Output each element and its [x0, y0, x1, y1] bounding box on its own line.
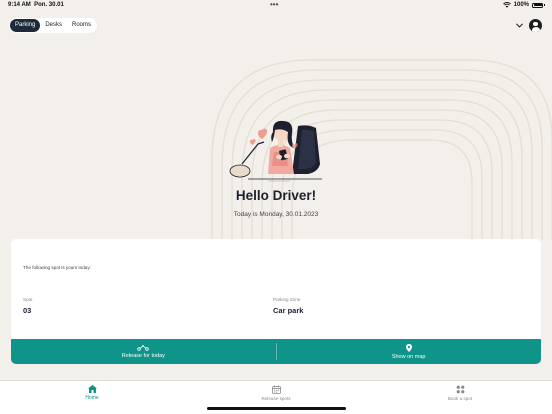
- tab-desks[interactable]: Desks: [40, 19, 67, 32]
- map-pin-icon: [405, 343, 412, 352]
- spot-label: Spot: [23, 297, 33, 302]
- nav-book-spot-label: Book a spot: [447, 396, 473, 401]
- assigned-spot-card: The following spot is yours today: Spot …: [11, 239, 541, 364]
- status-time-date: 9:14 AM Pon. 30.01: [8, 2, 64, 8]
- home-icon: [87, 385, 97, 393]
- release-route-icon: [137, 344, 150, 351]
- release-for-today-label: Release for today: [121, 353, 165, 359]
- tab-parking[interactable]: Parking: [10, 19, 41, 32]
- release-for-today-button[interactable]: Release for today: [11, 339, 276, 364]
- nav-home-label: Home: [85, 395, 99, 401]
- status-indicators: 100%: [502, 2, 545, 8]
- today-date: Today is Monday, 30.01.2023: [233, 211, 319, 218]
- header-actions: [516, 19, 542, 32]
- resource-tabs: Parking Desks Rooms: [9, 18, 98, 33]
- user-avatar-icon[interactable]: [529, 19, 542, 32]
- wifi-icon: [502, 2, 511, 8]
- home-indicator[interactable]: [207, 407, 346, 410]
- nav-home[interactable]: Home: [52, 385, 132, 401]
- driver-illustration: [229, 120, 322, 182]
- card-actions: Release for today Show on map: [11, 339, 541, 364]
- spot-value: 03: [23, 306, 32, 315]
- parking-zone-label: Parking Zone: [273, 297, 301, 302]
- chevron-down-icon[interactable]: [516, 23, 523, 28]
- calendar-icon: [271, 385, 281, 394]
- status-bar: 9:14 AM Pon. 30.01 ••• 100%: [0, 0, 552, 12]
- show-on-map-button[interactable]: Show on map: [276, 339, 541, 364]
- card-intro-text: The following spot is yours today:: [23, 265, 91, 270]
- battery-percent: 100%: [513, 2, 529, 8]
- greeting-title: Hello Driver!: [235, 188, 317, 203]
- battery-icon: [532, 2, 543, 8]
- show-on-map-label: Show on map: [391, 353, 426, 360]
- grid-icon: [456, 385, 464, 394]
- nav-book-spot[interactable]: Book a spot: [420, 385, 500, 401]
- nav-release-spots-label: Release spots: [261, 396, 291, 401]
- parking-zone-value: Car park: [273, 306, 304, 315]
- nav-release-spots[interactable]: Release spots: [236, 385, 316, 401]
- tab-rooms[interactable]: Rooms: [67, 19, 96, 32]
- multitasking-dots[interactable]: •••: [270, 0, 278, 9]
